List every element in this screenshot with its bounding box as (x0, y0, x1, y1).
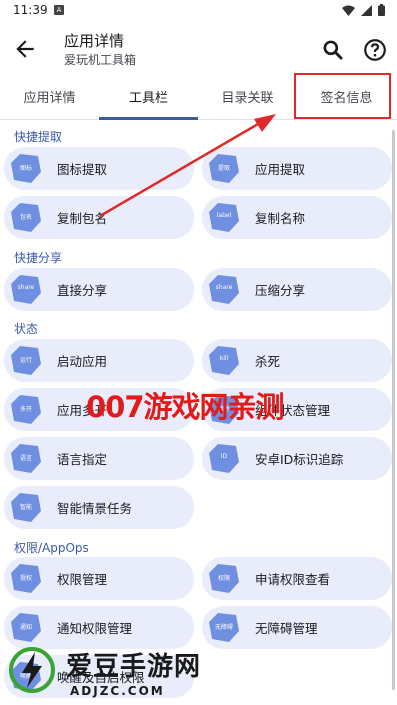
tool-label: 申请权限查看 (255, 572, 331, 587)
tool-label: 应用提取 (255, 162, 306, 177)
tool-label: 智能情景任务 (57, 501, 133, 516)
wifi-icon (342, 5, 355, 16)
back-arrow-icon[interactable] (12, 36, 38, 62)
tool-label: 权限管理 (57, 572, 108, 587)
active-tab-indicator (99, 117, 198, 120)
tool-card-requested-permissions[interactable]: 权限 申请权限查看 (202, 557, 392, 600)
app-icon: 智能 (10, 492, 42, 523)
status-icons (342, 4, 385, 16)
section-title-status: 状态 (14, 322, 39, 336)
tool-card-copy-name[interactable]: label 复制名称 (202, 196, 392, 239)
tool-label: 压缩分享 (255, 283, 306, 298)
tool-label: 语言指定 (57, 452, 108, 467)
tool-label: 复制包名 (57, 211, 108, 226)
section-title-quick-share: 快捷分享 (14, 251, 63, 265)
tool-label: 图标提取 (57, 162, 108, 177)
app-icon: 提取 (208, 153, 240, 184)
help-icon[interactable] (362, 37, 388, 63)
tab-directory-links[interactable]: 目录关联 (198, 80, 297, 120)
tool-card-smart-scene[interactable]: 智能 智能情景任务 (4, 486, 194, 529)
tool-label: 安卓ID标识追踪 (255, 452, 344, 467)
app-icon: 运行 (10, 345, 42, 376)
signal-icon (361, 4, 372, 16)
status-bar: 11:39 A (0, 0, 397, 22)
app-bar: 应用详情 爱玩机工具箱 (0, 22, 397, 80)
tool-card-launch-app[interactable]: 运行 启动应用 (4, 339, 194, 382)
tab-app-details[interactable]: 应用详情 (0, 80, 99, 120)
notification-icon: A (54, 5, 64, 15)
scrollbar[interactable] (392, 130, 395, 690)
tool-label: 复制名称 (255, 211, 306, 226)
tool-label: 直接分享 (57, 283, 108, 298)
tab-toolbar[interactable]: 工具栏 (99, 80, 198, 120)
app-icon: label (208, 202, 240, 233)
tool-label: 杀死 (255, 354, 281, 369)
tool-card-compress-share[interactable]: share 压缩分享 (202, 268, 392, 311)
app-icon: 通知 (10, 612, 42, 643)
tool-label: 无障碍管理 (255, 621, 318, 636)
search-icon[interactable] (320, 37, 346, 63)
app-icon: 包名 (10, 202, 42, 233)
section-title-permissions: 权限/AppOps (14, 541, 89, 555)
tool-card-android-id[interactable]: ID 安卓ID标识追踪 (202, 437, 392, 480)
watermark-url: ADJZC.COM (70, 684, 165, 698)
app-icon: 图标 (10, 153, 42, 184)
tool-card-permission-manager[interactable]: 授权 权限管理 (4, 557, 194, 600)
app-icon: ID (208, 443, 240, 474)
section-title-quick-extract: 快捷提取 (14, 130, 63, 144)
tool-card-notification-permission[interactable]: 通知 通知权限管理 (4, 606, 194, 649)
annotation-highlight-box (294, 73, 391, 119)
battery-icon (378, 4, 385, 16)
tool-card-language[interactable]: 语言 语言指定 (4, 437, 194, 480)
tool-card-direct-share[interactable]: share 直接分享 (4, 268, 194, 311)
tool-card-kill[interactable]: kill 杀死 (202, 339, 392, 382)
tool-label: 通知权限管理 (57, 621, 133, 636)
watermark-logo-icon (9, 647, 55, 693)
watermark-text: 007游戏网亲测 (86, 390, 285, 424)
app-icon: 授权 (10, 563, 42, 594)
tool-card-icon-extract[interactable]: 图标 图标提取 (4, 147, 194, 190)
status-time: 11:39 (13, 3, 48, 17)
watermark-title: 爱豆手游网 (66, 652, 202, 682)
app-icon: 无障碍 (208, 612, 240, 643)
page-subtitle: 爱玩机工具箱 (64, 53, 137, 67)
tool-label: 启动应用 (57, 354, 108, 369)
title-block: 应用详情 爱玩机工具箱 (64, 31, 136, 69)
app-icon: 多开 (10, 394, 42, 425)
app-icon: 语言 (10, 443, 42, 474)
page-title: 应用详情 (64, 32, 125, 50)
app-icon: 权限 (208, 563, 240, 594)
tool-card-copy-package-name[interactable]: 包名 复制包名 (4, 196, 194, 239)
app-icon: share (208, 274, 240, 305)
tool-card-accessibility[interactable]: 无障碍 无障碍管理 (202, 606, 392, 649)
app-icon: kill (208, 345, 240, 376)
tool-card-app-extract[interactable]: 提取 应用提取 (202, 147, 392, 190)
app-icon: share (10, 274, 42, 305)
